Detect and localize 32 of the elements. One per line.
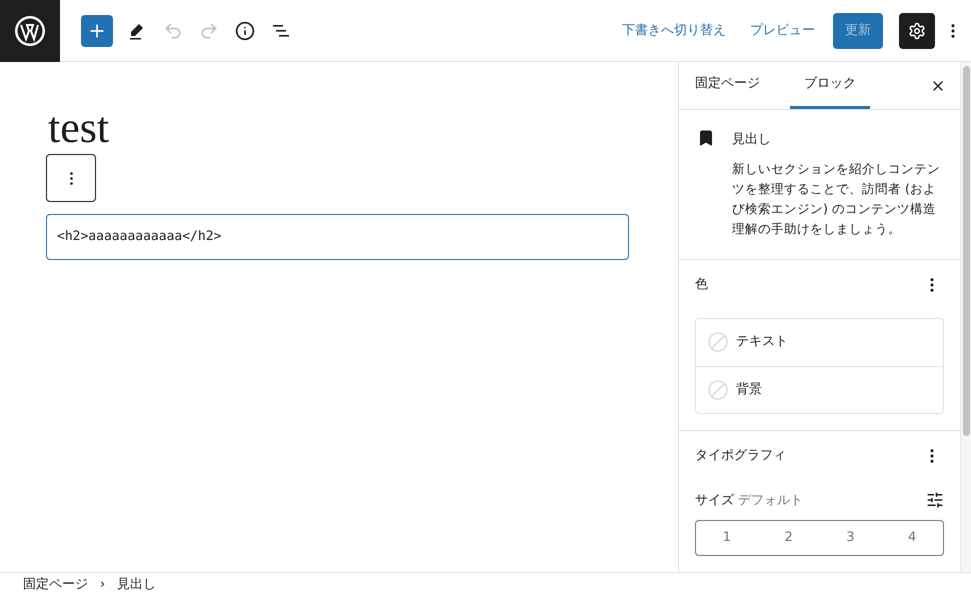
size-option[interactable]: 1 — [696, 521, 758, 555]
empty-swatch-icon — [708, 332, 728, 352]
breadcrumb-link[interactable]: 固定ページ — [23, 574, 88, 594]
bookmark-icon — [697, 129, 715, 147]
sidebar-tab[interactable]: ブロック — [790, 62, 870, 109]
size-value: デフォルト — [738, 492, 803, 510]
block-name: 見出し — [732, 131, 772, 149]
section-title: タイポグラフィ — [695, 446, 786, 465]
sidebar-tab[interactable]: 固定ページ — [695, 62, 760, 109]
size-option[interactable]: 4 — [881, 521, 943, 555]
size-option[interactable]: 3 — [820, 521, 882, 555]
breadcrumb-current: 見出し — [117, 576, 156, 594]
scrollbar[interactable] — [960, 62, 971, 572]
preview-link[interactable]: プレビュー — [750, 20, 815, 40]
color-option[interactable]: テキスト — [696, 318, 943, 366]
settings-button[interactable] — [899, 12, 935, 48]
block-options-menu[interactable] — [46, 154, 96, 202]
wordpress-logo[interactable] — [0, 0, 60, 62]
page-title[interactable]: test — [46, 104, 110, 150]
breadcrumb-separator: › — [100, 576, 106, 594]
size-option[interactable]: 2 — [758, 521, 820, 555]
add-block-button[interactable] — [81, 14, 113, 46]
block-description: 新しいセクションを紹介しコンテンツを整理することで、訪問者 (および検索エンジン) のコンテンツ構造理解の手助けをしましょう。 — [732, 160, 941, 238]
custom-size-icon[interactable] — [926, 491, 944, 510]
section-title: 色 — [695, 276, 708, 294]
color-option[interactable]: 背景 — [696, 366, 943, 412]
ellipsis-icon — [70, 172, 72, 184]
size-label: サイズ — [695, 492, 734, 510]
html-block-field[interactable]: <h2>aaaaaaaaaaaa</h2> — [46, 214, 629, 260]
empty-swatch-icon — [708, 380, 728, 400]
switch-to-draft-link[interactable]: 下書きへ切り替え — [622, 20, 726, 40]
gear-icon — [908, 22, 926, 40]
